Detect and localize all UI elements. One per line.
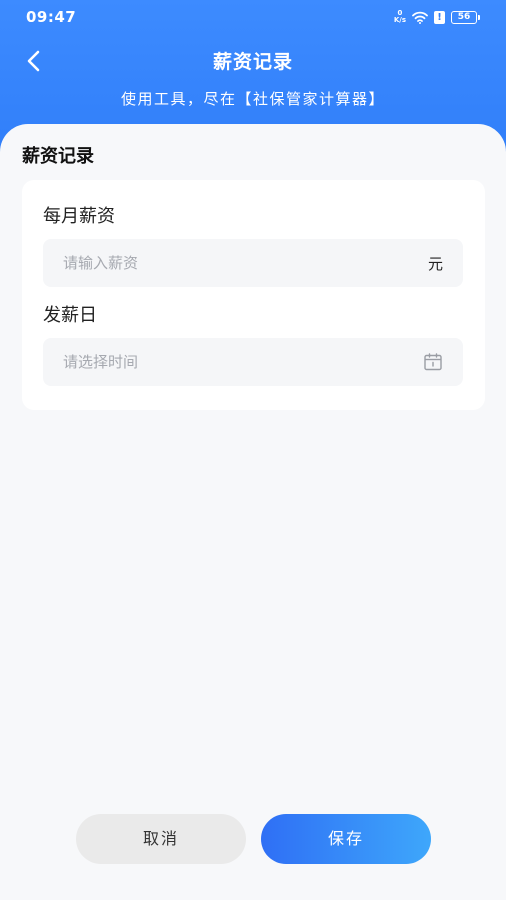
network-speed: 0 K/s [394,10,406,24]
content-sheet: 薪资记录 每月薪资 元 发薪日 [0,124,506,900]
save-button[interactable]: 保存 [261,814,431,864]
status-time: 09:47 [26,8,77,26]
payday-label: 发薪日 [43,305,97,326]
network-speed-unit: K/s [393,16,406,24]
salary-input[interactable] [63,254,428,272]
salary-unit: 元 [427,254,443,273]
alert-icon: ! [434,10,445,24]
salary-form-card: 每月薪资 元 发薪日 [22,180,485,410]
status-bar: 09:47 0 K/s ! 56 [0,0,506,34]
salary-label: 每月薪资 [43,206,115,227]
payday-input[interactable] [63,353,423,371]
wifi-icon [412,11,428,24]
salary-record-screen: 09:47 0 K/s ! 56 薪资记录 使用工具，尽在【社保管家计算器】 薪… [0,0,506,900]
status-icons: 0 K/s ! 56 [394,8,480,26]
section-title: 薪资记录 [22,146,94,167]
cancel-button[interactable]: 取消 [76,814,246,864]
battery-cap [478,14,480,20]
page-title: 薪资记录 [212,51,293,73]
salary-field: 元 [43,239,463,287]
payday-field[interactable] [43,338,463,386]
battery-indicator: 56 [451,10,480,24]
battery-level: 56 [451,10,477,24]
header-subtitle: 使用工具，尽在【社保管家计算器】 [120,90,385,108]
calendar-icon[interactable] [423,352,443,372]
